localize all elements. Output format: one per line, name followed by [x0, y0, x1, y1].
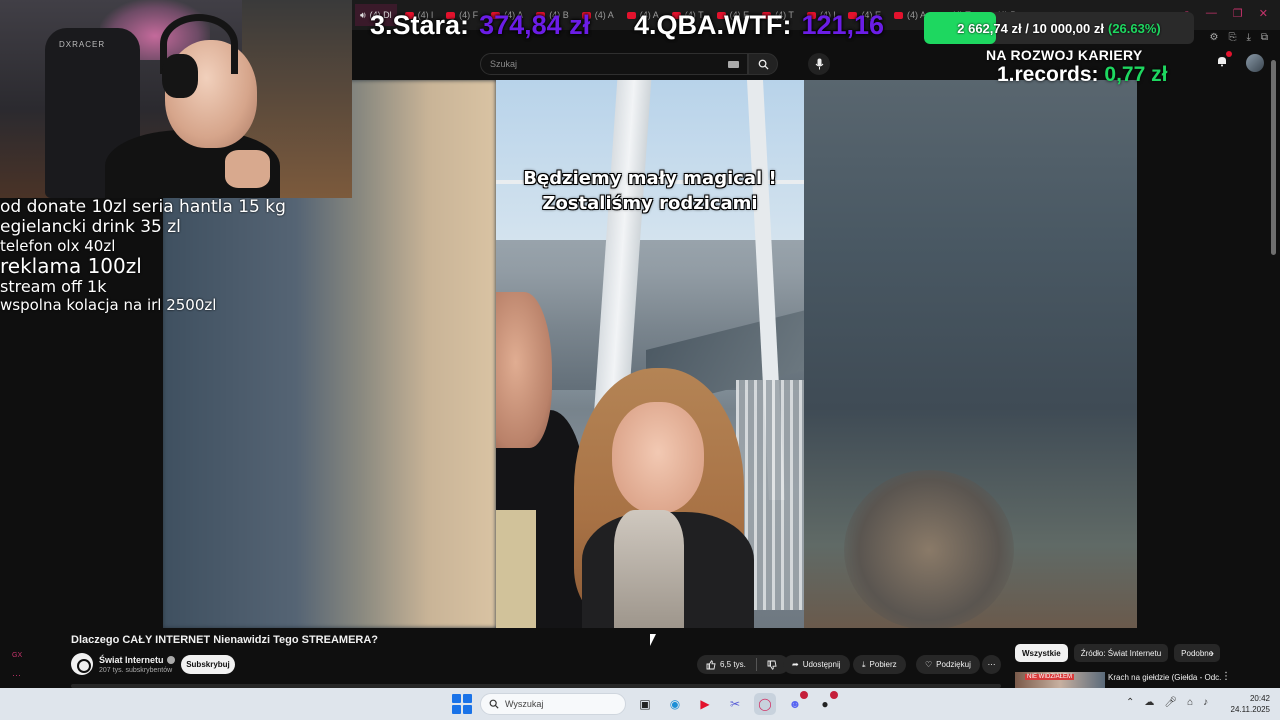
donation-item: od donate 10zl seria hantla 15 kg: [0, 197, 286, 217]
chip-all[interactable]: Wszystkie: [1015, 644, 1068, 662]
webcam-feed: DXRACER: [0, 0, 352, 198]
donation-item: stream off 1k: [0, 277, 107, 297]
taskbar-search-input[interactable]: Wyszukaj: [480, 693, 626, 715]
search-button[interactable]: [748, 53, 778, 75]
super-thanks-icon: ♡: [925, 660, 933, 669]
collections-icon[interactable]: ⎘: [1228, 32, 1236, 43]
channel-name[interactable]: Świat Internetu: [99, 655, 175, 665]
notification-badge: [1226, 51, 1232, 57]
youtube-icon[interactable]: ▶: [694, 693, 716, 715]
extensions-icon[interactable]: ⚙: [1209, 32, 1218, 43]
goal-title: NA ROZWOJ KARIERY: [986, 47, 1143, 63]
download-icon[interactable]: ⤓: [1246, 32, 1250, 43]
chair-logo: DXRACER: [59, 40, 106, 49]
notifications-button[interactable]: [1216, 51, 1232, 72]
close-icon[interactable]: ✕: [1259, 7, 1268, 20]
apps-icon[interactable]: ⧉: [1261, 32, 1268, 43]
like-button[interactable]: 6,5 tys.: [706, 659, 746, 670]
rank-name: 3.Stara:: [370, 10, 470, 40]
windows-taskbar: Wyszukaj ▣ ◉ ▶ ✂ ◯ ☻ ● ⌃ ☁ 🎤︎ ⌂ ♪ 20:42 …: [0, 688, 1280, 720]
snipping-tool-icon[interactable]: ✂: [724, 693, 746, 715]
search-placeholder: Szukaj: [490, 59, 518, 69]
more-actions-button[interactable]: ⋯: [982, 655, 1001, 674]
page-scrollbar[interactable]: [1271, 60, 1276, 255]
video-frame: Będziemy mały magical ! Zostaliśmy rodzi…: [496, 80, 804, 628]
chevron-right-icon[interactable]: ›: [1210, 646, 1214, 660]
donor-ranking-4: 4.QBA.WTF: 121,16: [634, 10, 884, 46]
recommended-video-title[interactable]: Krach na giełdzie (Giełda - Odc.: [1108, 673, 1221, 682]
rank-amount: 121,16: [801, 10, 885, 40]
microphone-icon[interactable]: 🎤︎: [1164, 697, 1177, 708]
system-tray: ⌃ ☁ 🎤︎ ⌂ ♪: [1126, 697, 1208, 708]
thumbs-up-icon: [706, 659, 716, 669]
recommendation-chips: Wszystkie Źródło: Świat Internetu Podobn…: [1015, 644, 1221, 662]
subscriber-count: 207 tys. subskrybentów: [99, 667, 173, 674]
minimize-icon[interactable]: —: [1206, 7, 1217, 20]
obs-icon[interactable]: ●: [814, 691, 838, 715]
opera-gx-icon[interactable]: ◯: [754, 693, 776, 715]
chip-source[interactable]: Źródło: Świat Internetu: [1073, 644, 1169, 662]
chevron-up-icon[interactable]: ⌃: [1126, 697, 1134, 708]
speaker-icon: 🔊︎: [360, 9, 366, 20]
sidebar-icon[interactable]: GX: [12, 652, 22, 659]
channel-avatar[interactable]: [71, 653, 93, 675]
goal-progress-text: 2 662,74 zł / 10 000,00 zł (26.63%): [957, 20, 1161, 36]
donation-goal-bar: 2 662,74 zł / 10 000,00 zł (26.63%): [924, 12, 1194, 44]
youtube-favicon-icon: [893, 11, 903, 19]
search-icon: [489, 699, 499, 709]
recommended-video-thumbnail[interactable]: NIE WIDZIAŁEM: [1015, 672, 1105, 688]
share-button[interactable]: ➦ Udostępnij: [783, 655, 850, 674]
volume-icon[interactable]: ♪: [1203, 697, 1208, 708]
clock-time: 20:42: [1249, 694, 1270, 703]
microphone-icon: [815, 58, 823, 70]
taskbar-apps: Wyszukaj ▣ ◉ ▶ ✂ ◯ ☻ ●: [452, 691, 838, 715]
discord-icon[interactable]: ☻: [784, 691, 808, 715]
donation-item: egielancki drink 35 zl: [0, 216, 181, 237]
rank-name: 4.QBA.WTF:: [634, 10, 792, 40]
voice-search-button[interactable]: [808, 53, 830, 75]
search-input[interactable]: Szukaj: [480, 53, 748, 75]
thumbs-down-icon[interactable]: [767, 660, 777, 670]
video-title: Dlaczego CAŁY INTERNET Nienawidzi Tego S…: [71, 634, 379, 646]
subscribe-button[interactable]: Subskrybuj: [181, 655, 235, 674]
goal-top-donor: 1.records: 0,77 zł: [997, 63, 1168, 86]
search-icon: [758, 59, 769, 70]
donation-item: reklama 100zl: [0, 254, 142, 279]
mouse-cursor: [650, 634, 660, 646]
download-button[interactable]: ⤓ Pobierz: [853, 655, 906, 674]
keyboard-icon[interactable]: [728, 61, 739, 68]
download-arrow-icon: ⤓: [862, 659, 866, 669]
kebab-menu-icon[interactable]: ⋮: [1221, 671, 1231, 682]
notification-badge: [800, 691, 808, 699]
account-avatar[interactable]: [1246, 54, 1264, 72]
task-view-icon[interactable]: ▣: [634, 693, 656, 715]
bell-icon: [1218, 57, 1226, 67]
network-icon[interactable]: ⌂: [1187, 697, 1193, 708]
donation-item: telefon olx 40zl: [0, 236, 116, 255]
header-actions: [1216, 51, 1264, 72]
window-controls: ⌕ — ❐ ✕: [1184, 7, 1268, 20]
donor-ranking-3: 3.Stara: 374,84 zł: [370, 10, 590, 46]
donation-price-list: od donate 10zl seria hantla 15 kg egiela…: [0, 197, 286, 315]
video-caption-line1: Będziemy mały magical !: [523, 168, 777, 189]
donation-item: wspolna kolacja na irl 2500zl: [0, 296, 217, 315]
thanks-button[interactable]: ♡ Podziękuj: [916, 655, 980, 674]
system-clock[interactable]: 20:42 24.11.2025: [1226, 693, 1270, 715]
tab-label: (4) A: [594, 10, 614, 20]
verified-icon: [166, 656, 175, 664]
share-icon: ➦: [792, 660, 799, 669]
maximize-icon[interactable]: ❐: [1233, 7, 1243, 20]
tray-app-icon[interactable]: ☁: [1144, 697, 1154, 708]
more-icon[interactable]: ···: [12, 670, 21, 680]
blurred-background-right: [804, 80, 1137, 628]
notification-badge: [830, 691, 838, 699]
windows-start-icon[interactable]: [452, 694, 472, 714]
browser-extension-icons: ⚙ ⎘ ⤓ ⧉: [1209, 32, 1268, 43]
clock-date: 24.11.2025: [1230, 705, 1270, 714]
thumbnail-badge: NIE WIDZIAŁEM: [1025, 674, 1075, 680]
edge-icon[interactable]: ◉: [664, 693, 686, 715]
video-caption-line2: Zostaliśmy rodzicami: [542, 193, 758, 214]
like-dislike-group: 6,5 tys.: [697, 655, 789, 674]
rank-amount: 374,84 zł: [479, 10, 591, 40]
